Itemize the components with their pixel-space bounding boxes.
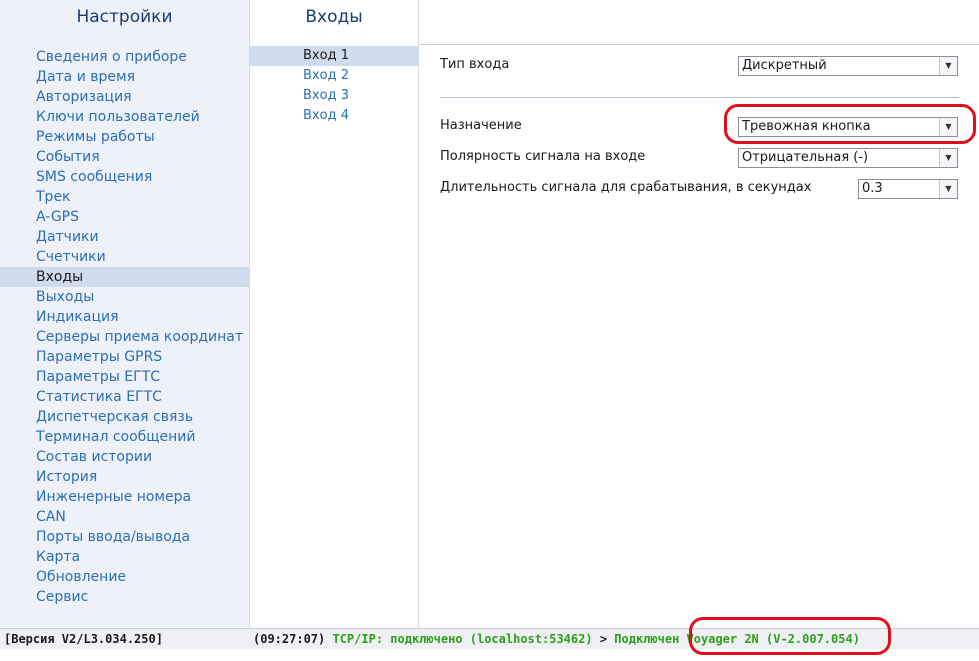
sidebar-item-can[interactable]: CAN bbox=[0, 507, 249, 527]
duration-label: Длительность сигнала для срабатывания, в… bbox=[440, 180, 812, 195]
polarity-value: Отрицательная (-) bbox=[742, 150, 869, 165]
sidebar-item-coordinate-servers[interactable]: Серверы приема координат bbox=[0, 327, 249, 347]
sidebar-item-gprs-params[interactable]: Параметры GPRS bbox=[0, 347, 249, 367]
sidebar-item-message-terminal[interactable]: Терминал сообщений bbox=[0, 427, 249, 447]
sidebar-item-sms[interactable]: SMS сообщения bbox=[0, 167, 249, 187]
purpose-highlight-mark bbox=[724, 104, 976, 144]
sidebar-item-service[interactable]: Сервис bbox=[0, 587, 249, 607]
input-item-4[interactable]: Вход 4 bbox=[250, 106, 418, 126]
polarity-select[interactable]: Отрицательная (-) ▼ bbox=[738, 148, 958, 168]
inputs-panel-title: Входы bbox=[305, 7, 363, 27]
sidebar-item-date-time[interactable]: Дата и время bbox=[0, 67, 249, 87]
input-type-value: Дискретный bbox=[742, 58, 827, 73]
input-type-label: Тип входа bbox=[440, 57, 510, 72]
input-type-select[interactable]: Дискретный ▼ bbox=[738, 56, 958, 76]
tcp-status: TCP/IP: подключено (localhost:53462) bbox=[332, 632, 593, 646]
sidebar-item-track[interactable]: Трек bbox=[0, 187, 249, 207]
sidebar-item-history-content[interactable]: Состав истории bbox=[0, 447, 249, 467]
sidebar-item-agps[interactable]: A-GPS bbox=[0, 207, 249, 227]
device-status-highlight-mark bbox=[689, 617, 891, 655]
sidebar-item-device-info[interactable]: Сведения о приборе bbox=[0, 47, 249, 67]
sidebar-item-map[interactable]: Карта bbox=[0, 547, 249, 567]
input-item-1[interactable]: Вход 1 bbox=[250, 46, 418, 66]
sidebar-item-engineering-numbers[interactable]: Инженерные номера bbox=[0, 487, 249, 507]
sidebar-item-dispatch[interactable]: Диспетчерская связь bbox=[0, 407, 249, 427]
sidebar-item-indication[interactable]: Индикация bbox=[0, 307, 249, 327]
input-item-3[interactable]: Вход 3 bbox=[250, 86, 418, 106]
purpose-label: Назначение bbox=[440, 118, 522, 133]
sidebar-title: Настройки bbox=[76, 7, 173, 27]
sidebar-item-operating-modes[interactable]: Режимы работы bbox=[0, 127, 249, 147]
duration-value: 0.3 bbox=[862, 181, 883, 196]
version-label: [Версия V2/L3.034.250] bbox=[4, 632, 163, 646]
sidebar-item-sensors[interactable]: Датчики bbox=[0, 227, 249, 247]
form-separator bbox=[440, 97, 959, 98]
sidebar-item-io-ports[interactable]: Порты ввода/вывода bbox=[0, 527, 249, 547]
sidebar-item-inputs[interactable]: Входы bbox=[0, 267, 249, 287]
sidebar-item-authorization[interactable]: Авторизация bbox=[0, 87, 249, 107]
chevron-down-icon[interactable]: ▼ bbox=[939, 57, 957, 75]
settings-menu: Сведения о приборе Дата и время Авториза… bbox=[0, 47, 249, 607]
inputs-list: Вход 1 Вход 2 Вход 3 Вход 4 bbox=[250, 46, 418, 126]
sidebar-item-egts-params[interactable]: Параметры ЕГТС bbox=[0, 367, 249, 387]
sidebar-item-history[interactable]: История bbox=[0, 467, 249, 487]
duration-select[interactable]: 0.3 ▼ bbox=[858, 179, 958, 199]
chevron-down-icon[interactable]: ▼ bbox=[939, 149, 957, 167]
polarity-label: Полярность сигнала на входе bbox=[440, 149, 646, 164]
settings-sidebar: Настройки Сведения о приборе Дата и врем… bbox=[0, 0, 250, 628]
input-settings-form: Тип входа Дискретный ▼ Назначение Тревож… bbox=[419, 45, 979, 628]
status-arrow: > bbox=[599, 632, 608, 646]
input-item-2[interactable]: Вход 2 bbox=[250, 66, 418, 86]
sidebar-item-egts-stats[interactable]: Статистика ЕГТС bbox=[0, 387, 249, 407]
sidebar-item-user-keys[interactable]: Ключи пользователей bbox=[0, 107, 249, 127]
sidebar-item-outputs[interactable]: Выходы bbox=[0, 287, 249, 307]
status-time: (09:27:07) bbox=[253, 632, 326, 646]
sidebar-item-update[interactable]: Обновление bbox=[0, 567, 249, 587]
inputs-panel: Входы Вход 1 Вход 2 Вход 3 Вход 4 bbox=[250, 0, 419, 628]
chevron-down-icon[interactable]: ▼ bbox=[939, 180, 957, 198]
sidebar-item-counters[interactable]: Счетчики bbox=[0, 247, 249, 267]
sidebar-item-events[interactable]: События bbox=[0, 147, 249, 167]
